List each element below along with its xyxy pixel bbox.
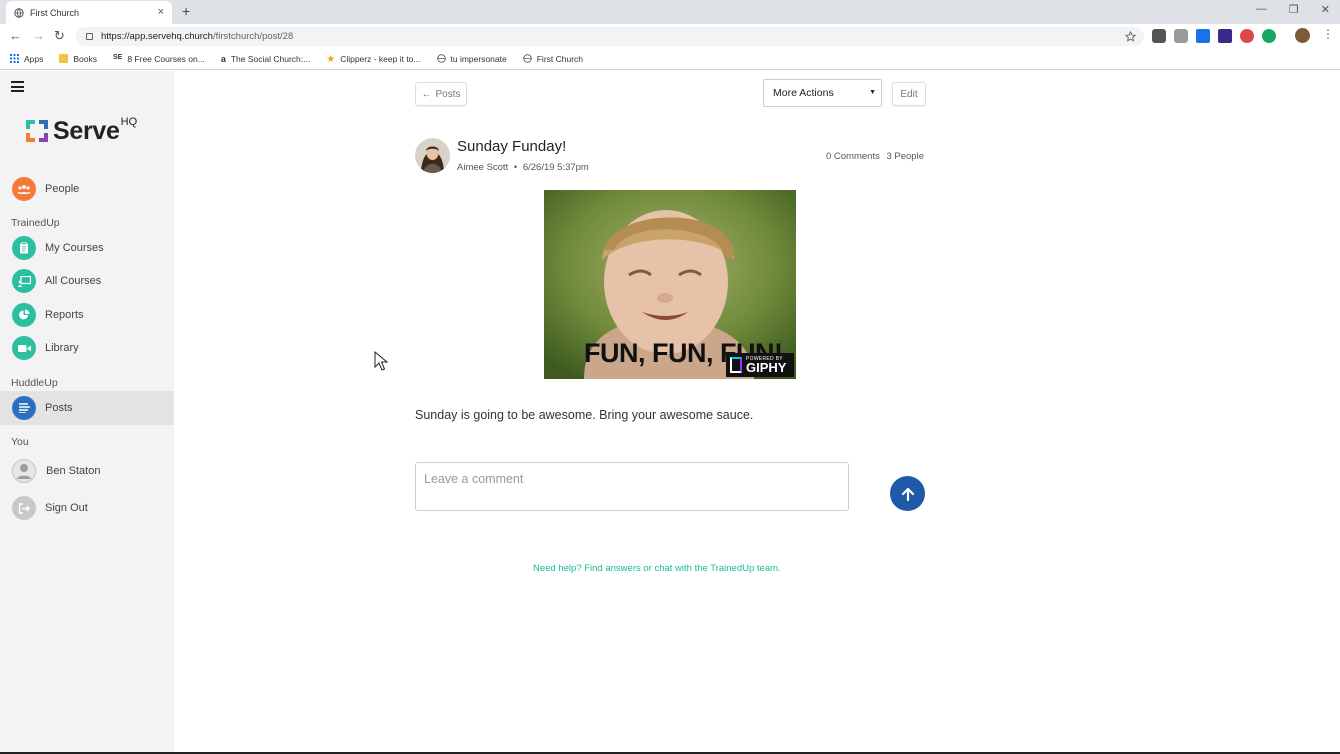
giphy-badge: POWERED BY GIPHY [726, 353, 794, 377]
bookmark-clipperz[interactable]: ★ Clipperz - keep it to... [326, 54, 420, 66]
post-body: Sunday is going to be awesome. Bring you… [415, 408, 754, 422]
sidebar-item-posts[interactable]: Posts [0, 391, 174, 425]
globe-icon [523, 54, 532, 63]
section-label-trainedup: TrainedUp [11, 217, 60, 229]
sidebar-item-sign-out[interactable]: Sign Out [0, 491, 174, 525]
bookmarks-bar: Apps Books SE 8 Free Courses on... a The… [0, 48, 1340, 70]
giphy-logo-icon [730, 357, 742, 373]
section-label-you: You [11, 436, 29, 448]
giphy-badge-text: GIPHY [746, 360, 787, 375]
extension-icon[interactable] [1218, 29, 1232, 43]
back-arrow-icon[interactable]: ← [9, 28, 22, 43]
section-label-huddleup: HuddleUp [11, 377, 58, 389]
lock-icon [86, 33, 93, 40]
reload-icon[interactable]: ↻ [54, 28, 65, 44]
presentation-icon [12, 269, 36, 293]
bookmark-social-church[interactable]: a The Social Church:... [220, 54, 310, 65]
comment-input[interactable]: Leave a comment [415, 462, 849, 511]
sidebar-item-people[interactable]: People [0, 172, 174, 206]
window-close-icon[interactable]: ✕ [1321, 3, 1330, 16]
user-avatar-icon [12, 459, 36, 483]
seo-icon: SE [113, 54, 123, 61]
arrow-left-icon: ← [421, 88, 432, 100]
bookmark-free-courses[interactable]: SE 8 Free Courses on... [113, 54, 205, 64]
bookmark-star-icon[interactable] [1125, 31, 1136, 42]
extension-icon[interactable] [1152, 29, 1166, 43]
forward-arrow-icon[interactable]: → [32, 28, 45, 43]
extension-icons [1152, 29, 1276, 43]
clipboard-icon [12, 236, 36, 260]
hamburger-menu-icon[interactable] [11, 81, 24, 92]
tab-title: First Church [30, 7, 80, 18]
new-tab-icon[interactable]: + [182, 3, 190, 19]
extension-icon[interactable] [1174, 29, 1188, 43]
sidebar: Serve HQ People TrainedUp My Courses All… [0, 71, 174, 754]
browser-tab-bar: First Church × + — ❐ ✕ [0, 0, 1340, 24]
url-path: /firstchurch/post/28 [212, 31, 294, 42]
post-author[interactable]: Aimee Scott [457, 162, 508, 173]
bookmark-impersonate[interactable]: tu impersonate [436, 54, 507, 64]
sidebar-item-profile[interactable]: Ben Staton [0, 454, 174, 488]
bookmark-first-church[interactable]: First Church [523, 54, 583, 64]
meta-separator: • [513, 162, 518, 173]
restore-icon[interactable]: ❐ [1289, 3, 1299, 16]
posts-list-icon [12, 396, 36, 420]
sidebar-item-all-courses[interactable]: All Courses [0, 264, 174, 298]
servehq-logo[interactable]: Serve HQ [24, 116, 137, 144]
folder-icon [59, 54, 69, 63]
more-actions-select[interactable]: More Actions ▼ [763, 79, 882, 107]
window-controls: — ❐ ✕ [1256, 3, 1330, 16]
bookmark-books[interactable]: Books [59, 54, 97, 64]
arrow-up-icon [901, 487, 914, 501]
mouse-cursor-icon [374, 351, 388, 371]
apps-grid-icon [10, 54, 19, 63]
bookmark-apps[interactable]: Apps [10, 54, 43, 64]
people-count[interactable]: 3 People [886, 151, 924, 162]
browser-tab[interactable]: First Church × [6, 1, 172, 24]
extension-icon[interactable] [1240, 29, 1254, 43]
minimize-icon[interactable]: — [1256, 3, 1267, 16]
help-link[interactable]: Need help? Find answers or chat with the… [533, 563, 781, 574]
post-date: 6/26/19 5:37pm [522, 162, 589, 173]
star-icon: ★ [326, 54, 336, 65]
edit-button[interactable]: Edit [892, 82, 926, 106]
video-camera-icon [12, 336, 36, 360]
send-comment-button[interactable] [890, 476, 925, 511]
back-to-posts-button[interactable]: ← Posts [415, 82, 467, 106]
globe-icon [436, 54, 446, 63]
globe-icon [14, 7, 24, 18]
pie-chart-icon [12, 303, 36, 327]
tab-close-icon[interactable]: × [158, 6, 164, 18]
address-row: ← → ↻ https://app.servehq.church /firstc… [0, 24, 1340, 48]
sidebar-item-reports[interactable]: Reports [0, 298, 174, 332]
extension-icon[interactable] [1196, 29, 1210, 43]
caret-down-icon: ▼ [869, 89, 876, 96]
sidebar-item-library[interactable]: Library [0, 331, 174, 365]
url-bar[interactable]: https://app.servehq.church /firstchurch/… [76, 27, 1144, 46]
amazon-icon: a [220, 54, 226, 64]
browser-menu-icon[interactable]: ⋮ [1322, 27, 1334, 41]
post-counts: 0 Comments 3 People [826, 151, 924, 162]
url-host: https://app.servehq.church [101, 31, 213, 42]
post-meta: Aimee Scott • 6/26/19 5:37pm [457, 162, 589, 173]
grammarly-icon[interactable] [1262, 29, 1276, 43]
post-gif: FUN, FUN, FUN! POWERED BY GIPHY [544, 190, 796, 379]
profile-avatar[interactable] [1295, 28, 1310, 43]
sidebar-item-my-courses[interactable]: My Courses [0, 231, 174, 265]
post-title: Sunday Funday! [457, 138, 567, 155]
people-icon [12, 177, 36, 201]
sign-out-icon [12, 496, 36, 520]
author-avatar[interactable] [415, 138, 450, 173]
comments-count[interactable]: 0 Comments [826, 151, 880, 162]
servehq-logo-icon [26, 120, 48, 142]
